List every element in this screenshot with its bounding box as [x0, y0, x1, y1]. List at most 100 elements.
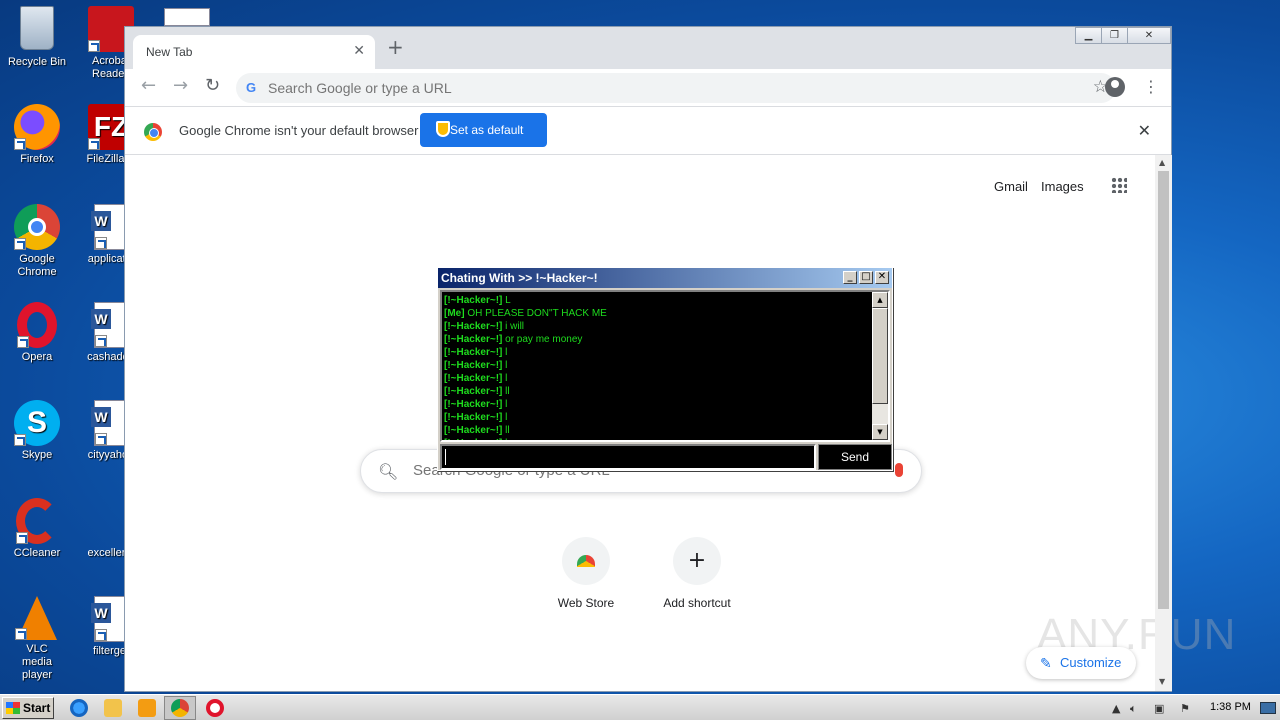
- tab-close-icon[interactable]: ✕: [353, 43, 365, 59]
- chat-message-text: or pay me money: [505, 334, 583, 345]
- scroll-up-arrow-icon[interactable]: ▲: [1159, 158, 1165, 167]
- shortcut-label: Add shortcut: [663, 596, 731, 610]
- start-button[interactable]: Start: [2, 697, 54, 719]
- search-icon: 🔍︎: [378, 462, 399, 481]
- desktop-icon-label: Recycle Bin: [7, 56, 67, 68]
- apps-grid-icon[interactable]: [1111, 177, 1127, 193]
- chat-message-text: ll: [505, 386, 510, 397]
- shortcut-arrow-icon: [14, 138, 26, 150]
- shortcut-add[interactable]: + Add shortcut: [641, 537, 753, 610]
- web-store-tile: [562, 537, 610, 585]
- start-label: Start: [23, 701, 51, 715]
- taskbar-chrome-button[interactable]: [164, 696, 196, 720]
- customize-button[interactable]: ✎ Customize: [1026, 647, 1136, 679]
- tab-new-tab[interactable]: New Tab ✕: [133, 35, 375, 69]
- word-doc-icon: W: [91, 400, 128, 446]
- tray-expand-icon[interactable]: ▲: [1112, 702, 1120, 715]
- shortcut-arrow-icon: [14, 238, 26, 250]
- desktop-icon-label: VLC media player: [22, 643, 52, 681]
- forward-arrow-icon[interactable]: →: [173, 77, 188, 95]
- shortcut-arrow-icon: [95, 433, 107, 445]
- desktop-icon-opera[interactable]: Opera: [0, 302, 74, 364]
- chat-log: [!~Hacker~!] L [Me] OH PLEASE DON"T HACK …: [440, 290, 890, 442]
- chat-send-button[interactable]: Send: [818, 444, 892, 470]
- internet-explorer-icon[interactable]: [70, 699, 88, 717]
- default-browser-infobar: Google Chrome isn't your default browser…: [125, 106, 1171, 155]
- opera-taskbar-icon[interactable]: [206, 699, 224, 717]
- action-center-flag-icon[interactable]: ⚑: [1180, 702, 1190, 715]
- chat-message: [!~Hacker~!] or pay me money: [444, 333, 888, 346]
- scroll-thumb[interactable]: [1158, 171, 1169, 609]
- chat-message: [!~Hacker~!] ll: [444, 385, 888, 398]
- chat-message-sender: [!~Hacker~!]: [444, 425, 503, 436]
- chat-message: [!~Hacker~!] l: [444, 359, 888, 372]
- chat-close-button[interactable]: ✕: [875, 271, 889, 284]
- chat-message: [!~Hacker~!] l: [444, 372, 888, 385]
- new-tab-button[interactable]: +: [387, 37, 404, 57]
- desktop-file-icon[interactable]: [164, 8, 210, 26]
- uac-shield-icon: [436, 121, 450, 137]
- chat-minimize-button[interactable]: _: [843, 271, 857, 284]
- omnibox[interactable]: G ☆: [236, 73, 1116, 103]
- desktop-icon-vlc[interactable]: VLC media player: [0, 596, 74, 682]
- recycle-bin-icon: [20, 6, 54, 50]
- close-window-button[interactable]: ✕: [1127, 27, 1171, 44]
- desktop-icon-firefox[interactable]: Firefox: [0, 104, 74, 166]
- browser-toolbar: ← → ↻ G ☆ ⋮: [125, 69, 1171, 106]
- shortcut-arrow-icon: [95, 335, 107, 347]
- shortcut-arrow-icon: [14, 434, 26, 446]
- chat-scroll-down-icon[interactable]: ▼: [872, 424, 888, 440]
- gmail-link[interactable]: Gmail: [994, 179, 1028, 194]
- google-g-icon: G: [246, 80, 257, 95]
- back-arrow-icon[interactable]: ←: [141, 77, 156, 95]
- show-desktop-icon[interactable]: [1260, 702, 1276, 714]
- chat-window-controls: _ □ ✕: [841, 271, 889, 284]
- desktop-icon-google-chrome[interactable]: Google Chrome: [0, 204, 74, 279]
- chat-message-text: OH PLEASE DON"T HACK ME: [467, 308, 607, 319]
- desktop-icon-label: Opera: [21, 351, 53, 363]
- shortcut-arrow-icon: [15, 628, 27, 640]
- chat-scroll-thumb[interactable]: [872, 308, 888, 404]
- desktop-icon-skype[interactable]: S Skype: [0, 400, 74, 462]
- page-scrollbar[interactable]: ▲ ▼: [1155, 155, 1172, 691]
- desktop-icon-recycle-bin[interactable]: Recycle Bin: [0, 6, 74, 69]
- chat-scroll-up-icon[interactable]: ▲: [872, 292, 888, 308]
- volume-icon[interactable]: 🔈︎: [1130, 702, 1137, 716]
- opera-icon: [17, 302, 57, 348]
- desktop-icon-ccleaner[interactable]: CCleaner: [0, 498, 74, 560]
- media-player-icon[interactable]: [138, 699, 156, 717]
- chat-scrollbar[interactable]: ▲ ▼: [872, 292, 888, 440]
- chat-message: [!~Hacker~!] l: [444, 398, 888, 411]
- profile-icon[interactable]: [1105, 77, 1125, 97]
- minimize-button[interactable]: ▁: [1075, 27, 1102, 44]
- desktop-icon-label: Google Chrome: [17, 253, 57, 278]
- infobar-close-icon[interactable]: ✕: [1138, 121, 1151, 140]
- shortcut-arrow-icon: [95, 237, 107, 249]
- restore-button[interactable]: ❐: [1101, 27, 1128, 44]
- chat-message-input[interactable]: [440, 444, 816, 470]
- chat-message: [Me] OH PLEASE DON"T HACK ME: [444, 307, 888, 320]
- chat-message-sender: [!~Hacker~!]: [444, 321, 503, 332]
- text-caret: [445, 449, 446, 465]
- chat-message-sender: [!~Hacker~!]: [444, 373, 503, 384]
- chat-message-text: l: [505, 373, 508, 384]
- chrome-menu-icon[interactable]: ⋮: [1143, 78, 1159, 96]
- network-icon[interactable]: ▣: [1154, 702, 1164, 715]
- chat-message: [!~Hacker~!] l: [444, 437, 888, 440]
- images-link[interactable]: Images: [1041, 179, 1084, 194]
- shortcut-arrow-icon: [95, 629, 107, 641]
- chat-message-sender: [!~Hacker~!]: [444, 360, 503, 371]
- firefox-icon: [14, 104, 60, 150]
- address-input[interactable]: [268, 80, 1048, 96]
- chat-maximize-button[interactable]: □: [859, 271, 873, 284]
- scroll-down-arrow-icon[interactable]: ▼: [1159, 677, 1165, 686]
- taskbar-clock[interactable]: 1:38 PM: [1210, 701, 1251, 713]
- file-explorer-icon[interactable]: [104, 699, 122, 717]
- chat-title-bar[interactable]: Chating With >> !~Hacker~!: [438, 268, 892, 288]
- microphone-icon[interactable]: [895, 463, 903, 477]
- window-controls: ▁ ❐ ✕: [1075, 27, 1171, 44]
- reload-icon[interactable]: ↻: [205, 77, 220, 95]
- chat-message-text: l: [505, 412, 508, 423]
- shortcut-web-store[interactable]: Web Store: [530, 537, 642, 610]
- desktop-icon-label: Skype: [21, 449, 53, 461]
